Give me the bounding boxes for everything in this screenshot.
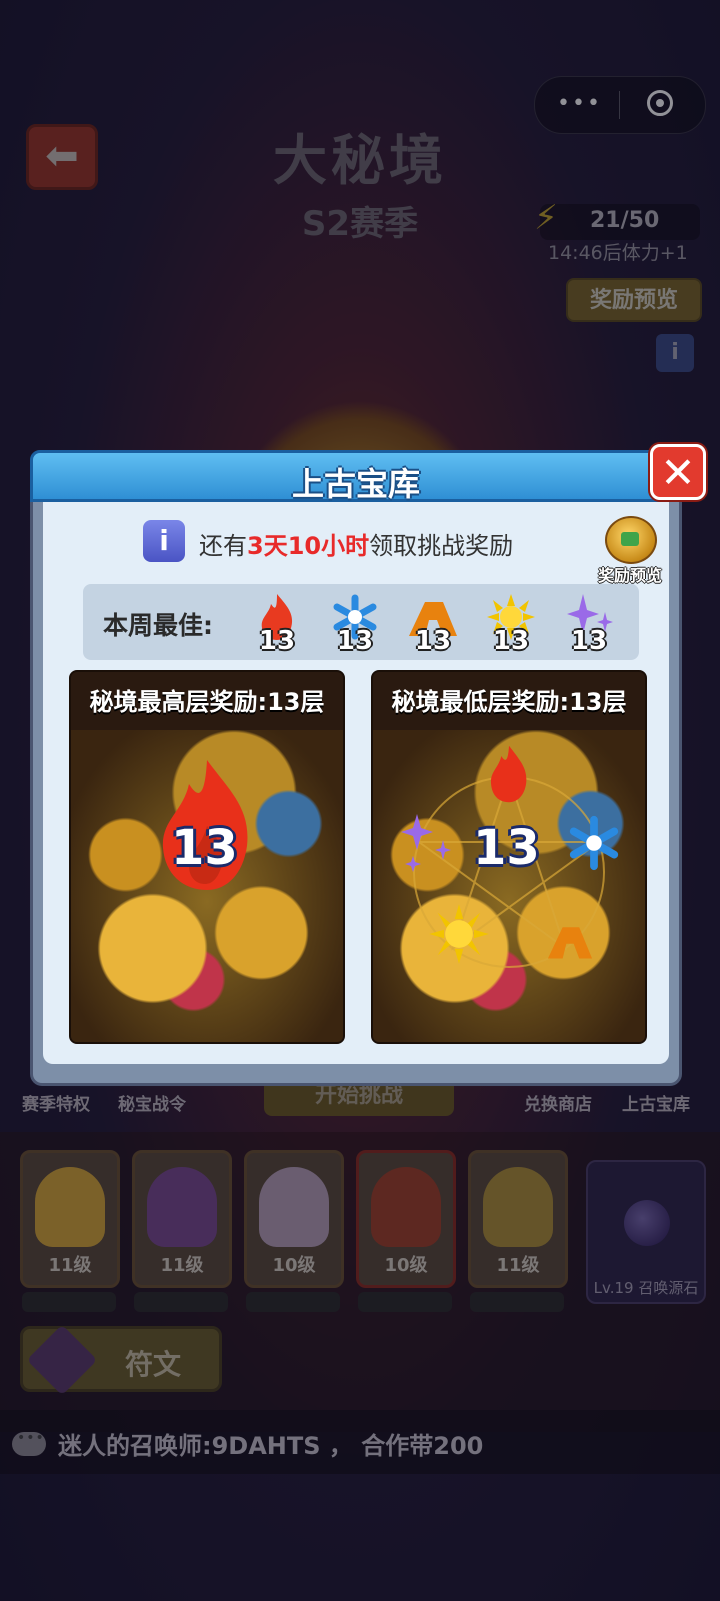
treasure-chest-icon [605, 516, 657, 564]
weekly-best-label: 本周最佳: [103, 611, 213, 640]
earth-element: 13 [403, 592, 463, 656]
ancient-vault-modal: 上古宝库 ✕ i 还有3天10小时领取挑战奖励 奖励预览 本周最佳: 13 13… [30, 444, 706, 1086]
fire-icon [490, 745, 527, 803]
earth-icon [547, 927, 593, 959]
lowest-floor-value: 13 [473, 820, 540, 876]
modal-body: i 还有3天10小时领取挑战奖励 奖励预览 本周最佳: 13 13 13 13 … [30, 502, 682, 1086]
highest-floor-reward-title: 秘境最高层奖励:13层 [89, 688, 325, 716]
ice-icon [569, 815, 619, 871]
reward-preview-label: 奖励预览 [597, 566, 662, 585]
sparkle-icon [401, 814, 451, 872]
lowest-floor-reward-title: 秘境最低层奖励:13层 [391, 688, 627, 716]
modal-title: 上古宝库 [291, 465, 420, 503]
reward-countdown: 还有3天10小时领取挑战奖励 [199, 526, 513, 561]
earth-best-value: 13 [414, 626, 452, 656]
sparkle-element: 13 [559, 592, 619, 656]
sparkle-best-value: 13 [570, 626, 608, 656]
close-icon: ✕ [660, 448, 696, 497]
lowest-floor-reward-card: 秘境最低层奖励:13层 13 [371, 670, 647, 1044]
modal-inner: i 还有3天10小时领取挑战奖励 奖励预览 本周最佳: 13 13 13 13 … [43, 502, 669, 1064]
countdown-suffix: 领取挑战奖励 [369, 532, 514, 560]
sun-best-value: 13 [492, 626, 530, 656]
countdown-prefix: 还有 [199, 532, 247, 560]
info-icon[interactable]: i [143, 520, 185, 562]
fire-element: 13 [247, 592, 307, 656]
ice-element: 13 [325, 592, 385, 656]
ice-best-value: 13 [336, 626, 374, 656]
weekly-best-bar: 本周最佳: 13 13 13 13 13 [83, 584, 639, 660]
modal-reward-preview-button[interactable]: 奖励预览 [591, 512, 665, 585]
sun-icon [429, 904, 489, 964]
sun-element: 13 [481, 592, 541, 656]
modal-header: 上古宝库 [30, 450, 682, 503]
highest-floor-value: 13 [171, 820, 238, 876]
close-button[interactable]: ✕ [650, 444, 706, 500]
highest-floor-reward-card: 秘境最高层奖励:13层 13 [69, 670, 345, 1044]
fire-best-value: 13 [258, 626, 296, 656]
countdown-time: 3天10小时 [247, 532, 370, 560]
